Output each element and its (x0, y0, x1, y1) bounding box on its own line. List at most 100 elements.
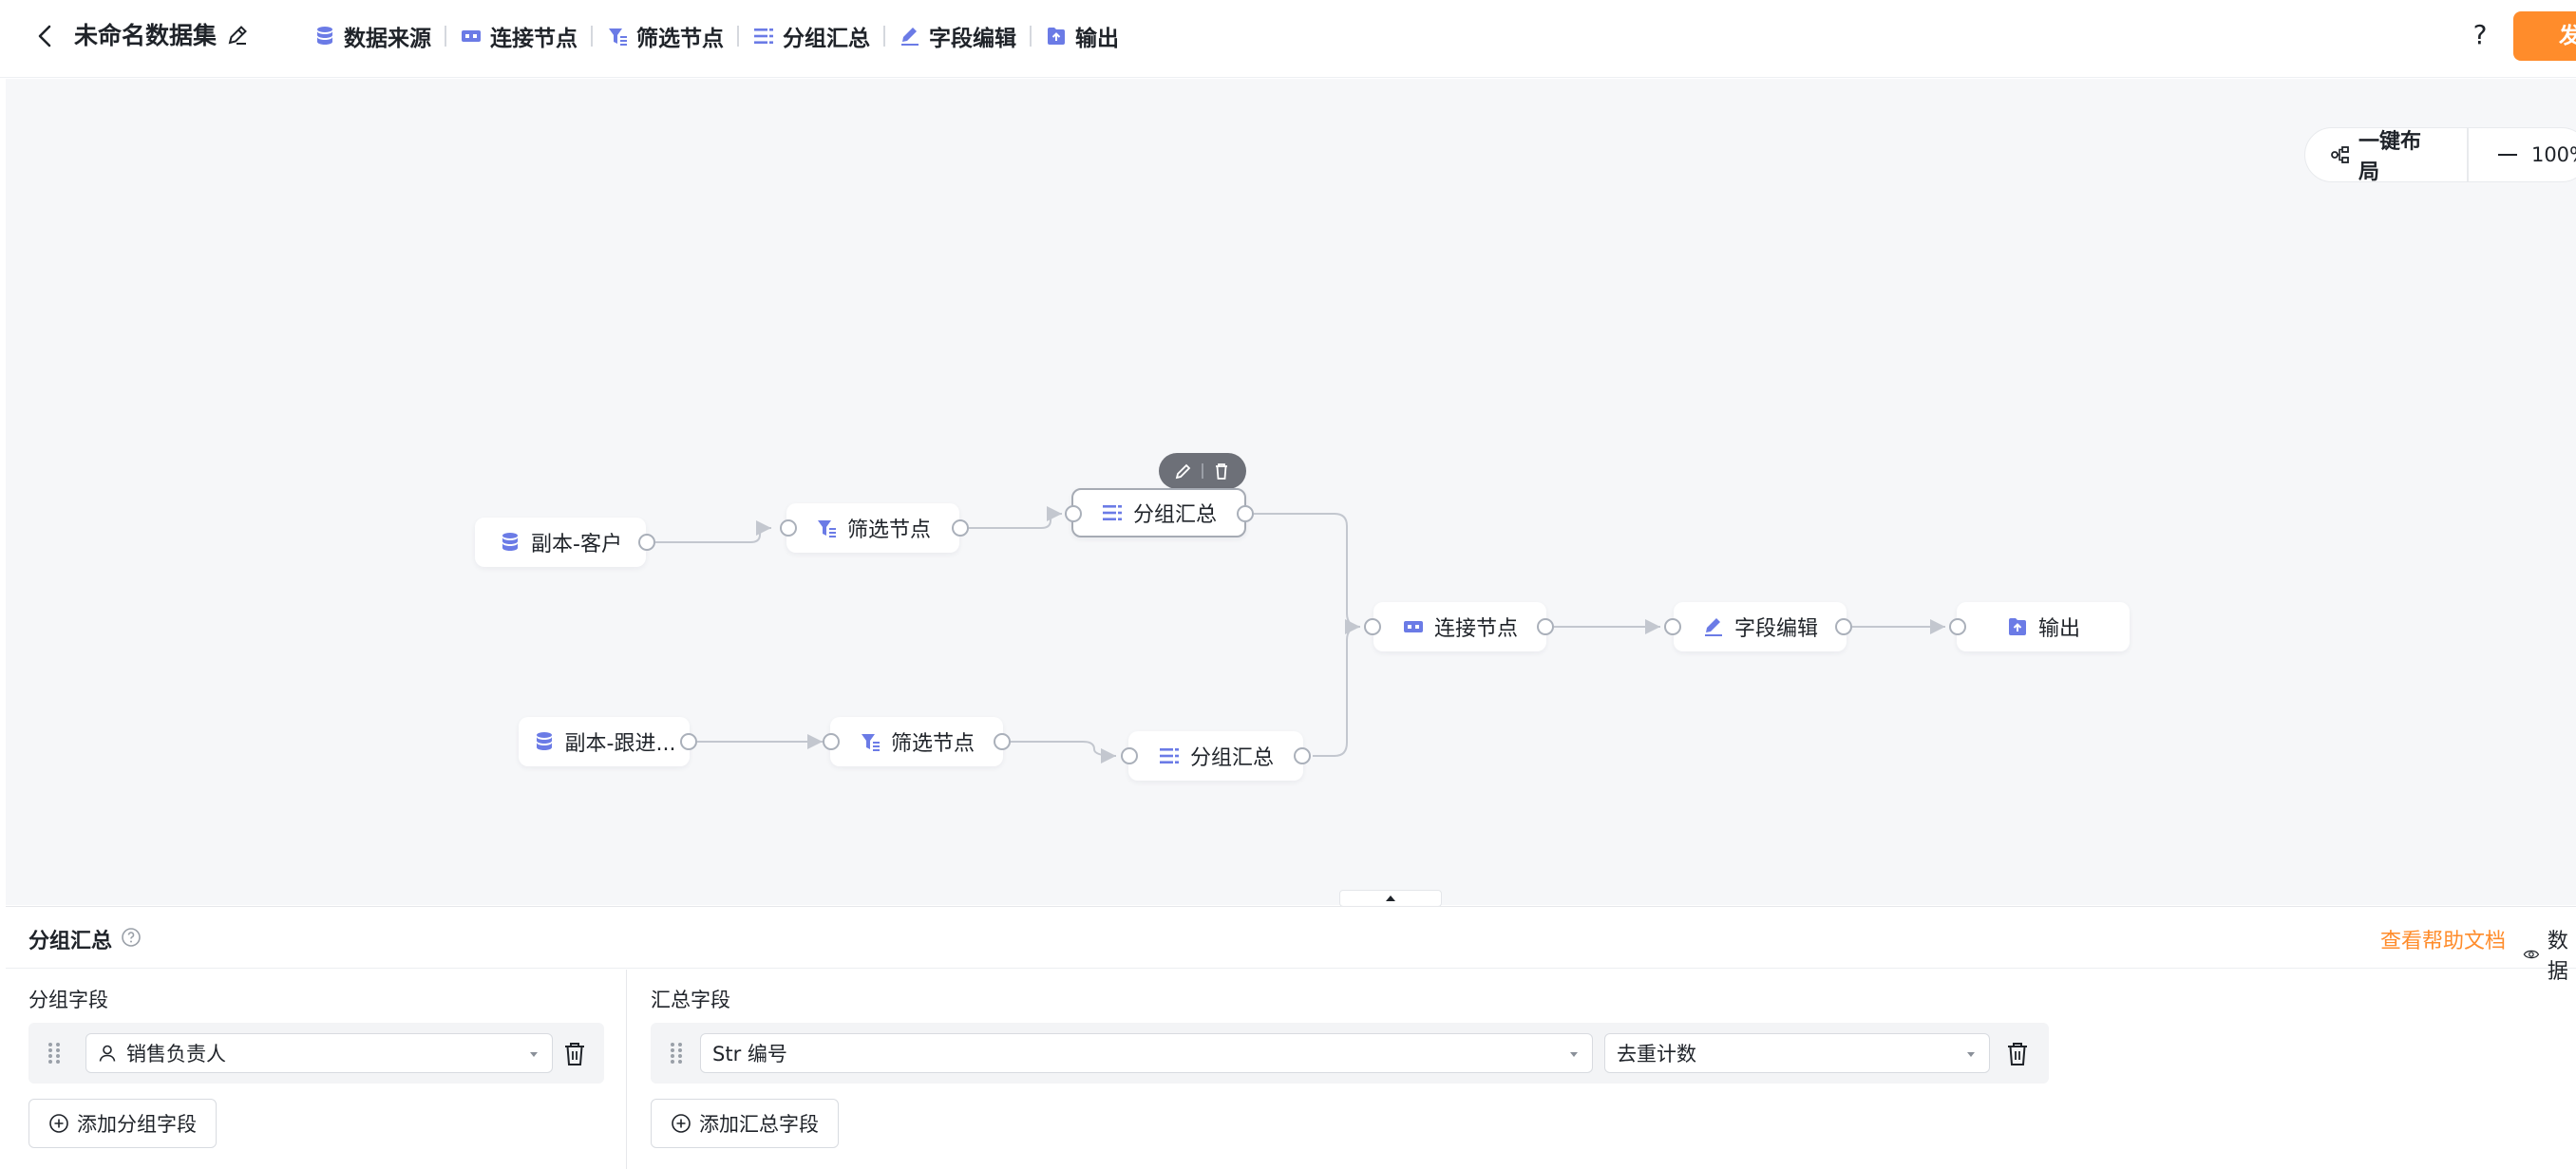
summary-fields-section: 汇总字段 Str 编号 去重计数 添加汇总字段 (628, 970, 2576, 1169)
database-icon (317, 27, 332, 45)
chevron-down-icon (1967, 1052, 1975, 1057)
caret-up-icon (1386, 896, 1395, 901)
plus-circle-icon (672, 1114, 691, 1133)
edit-node-icon[interactable] (1172, 460, 1195, 482)
toolbar-label: 输出 (1075, 27, 1119, 51)
node-toolbar: 数据来源 连接节点 筛选节点 分组汇总 字段编辑 输出 (300, 15, 1132, 57)
node-join[interactable]: 连接节点 (1373, 602, 1546, 651)
config-panel: 分组汇总 查看帮助文档 数据 分组字段 销售负责人 添加分组字段 汇总字段 St… (6, 906, 2576, 1169)
question-circle-icon[interactable] (120, 926, 142, 949)
help-icon[interactable]: ? (2464, 19, 2496, 51)
dataset-title: 未命名数据集 (74, 22, 218, 49)
delete-node-icon[interactable] (1210, 460, 1233, 482)
drag-handle-icon[interactable] (47, 1042, 61, 1065)
summary-fields-title: 汇总字段 (651, 989, 730, 1011)
output-icon (1048, 28, 1065, 45)
node-label: 输出 (2037, 617, 2080, 641)
group-fields-section: 分组字段 销售负责人 添加分组字段 (6, 970, 627, 1169)
back-arrow-icon[interactable] (28, 19, 63, 53)
canvas-controls: 一键布局 100% (2304, 127, 2576, 184)
minus-icon (2497, 154, 2517, 156)
group-summary-icon (754, 28, 773, 44)
summary-field-row: Str 编号 去重计数 (651, 1023, 2049, 1084)
trash-icon[interactable] (562, 1041, 587, 1067)
input-port[interactable] (1949, 618, 1966, 635)
toolbar-group-summary[interactable]: 分组汇总 (739, 15, 883, 57)
toolbar-label: 数据来源 (344, 27, 431, 51)
toolbar-label: 字段编辑 (929, 27, 1016, 51)
publish-button[interactable]: 发布 (2513, 11, 2576, 61)
node-label: 副本-跟进... (564, 732, 676, 756)
node-filter-2[interactable]: 筛选节点 (830, 717, 1003, 766)
output-port[interactable] (1294, 747, 1311, 764)
join-icon (1403, 621, 1423, 632)
node-label: 分组汇总 (1132, 503, 1217, 527)
zoom-out-button[interactable] (2490, 127, 2526, 182)
field-edit-icon (1704, 618, 1722, 636)
toolbar-data-source[interactable]: 数据来源 (300, 15, 445, 57)
group-field-value: 销售负责人 (126, 1043, 226, 1065)
input-port[interactable] (1664, 618, 1681, 635)
toolbar-filter-node[interactable]: 筛选节点 (593, 15, 737, 57)
database-icon (502, 533, 519, 551)
edit-title-icon[interactable] (224, 22, 251, 48)
filter-icon (861, 734, 880, 751)
output-port[interactable] (1537, 618, 1554, 635)
node-label: 筛选节点 (846, 519, 931, 542)
panel-header: 分组汇总 查看帮助文档 数据 (6, 907, 2576, 984)
summary-field-select[interactable]: Str 编号 (700, 1033, 1593, 1073)
toolbar-join-node[interactable]: 连接节点 (446, 15, 591, 57)
zoom-level: 100% (2530, 143, 2576, 166)
toolbar-field-edit[interactable]: 字段编辑 (885, 15, 1030, 57)
aggregate-method-value: 去重计数 (1617, 1043, 1696, 1065)
drag-handle-icon[interactable] (670, 1042, 683, 1065)
node-filter-1[interactable]: 筛选节点 (786, 503, 959, 553)
flow-canvas[interactable] (6, 79, 2576, 905)
output-port[interactable] (1835, 618, 1852, 635)
panel-collapse-handle[interactable] (1339, 890, 1442, 907)
output-port[interactable] (1237, 505, 1254, 522)
input-port[interactable] (1121, 747, 1138, 764)
aggregate-method-select[interactable]: 去重计数 (1604, 1033, 1990, 1073)
node-source-followup[interactable]: 副本-跟进... (519, 717, 690, 766)
group-fields-title: 分组字段 (28, 989, 108, 1011)
input-port[interactable] (1065, 505, 1082, 522)
node-label: 连接节点 (1433, 617, 1518, 641)
trash-icon[interactable] (2005, 1041, 2030, 1067)
node-action-bar (1159, 453, 1246, 489)
group-summary-icon (1159, 748, 1179, 764)
add-summary-field-label: 添加汇总字段 (699, 1113, 819, 1136)
output-port[interactable] (952, 519, 969, 537)
node-group-summary-1[interactable]: 分组汇总 (1071, 488, 1246, 537)
node-field-edit[interactable]: 字段编辑 (1674, 602, 1847, 651)
add-group-field-button[interactable]: 添加分组字段 (28, 1099, 217, 1148)
output-port[interactable] (994, 733, 1011, 750)
input-port[interactable] (823, 733, 840, 750)
node-group-summary-2[interactable]: 分组汇总 (1128, 731, 1303, 781)
toolbar-output[interactable]: 输出 (1032, 15, 1132, 57)
node-label: 副本-客户 (531, 533, 622, 556)
database-icon (536, 732, 552, 750)
toolbar-label: 分组汇总 (783, 27, 870, 51)
help-doc-link[interactable]: 查看帮助文档 (2380, 924, 2506, 954)
chevron-down-icon (1570, 1052, 1578, 1057)
toolbar-label: 连接节点 (490, 27, 578, 51)
group-summary-icon (1102, 505, 1122, 520)
output-port[interactable] (680, 733, 697, 750)
dataset-editor: 未命名数据集 数据来源 连接节点 筛选节点 分组汇总 字段编辑 输出 ? 发 一… (0, 0, 2576, 1169)
output-icon (2008, 618, 2026, 635)
toolbar-label: 筛选节点 (636, 27, 724, 51)
auto-layout-button[interactable]: 一键布局 (2305, 127, 2469, 184)
node-output[interactable]: 输出 (1957, 602, 2130, 651)
input-port[interactable] (1364, 618, 1381, 635)
node-source-customer[interactable]: 副本-客户 (475, 518, 646, 567)
eye-icon (2523, 950, 2540, 959)
group-field-select[interactable]: 销售负责人 (85, 1033, 553, 1073)
layout-icon (2331, 146, 2349, 163)
output-port[interactable] (638, 534, 655, 551)
input-port[interactable] (780, 519, 797, 537)
summary-field-value: Str 编号 (712, 1043, 787, 1065)
join-icon (462, 30, 481, 42)
filter-icon (609, 28, 627, 46)
add-summary-field-button[interactable]: 添加汇总字段 (651, 1099, 839, 1148)
